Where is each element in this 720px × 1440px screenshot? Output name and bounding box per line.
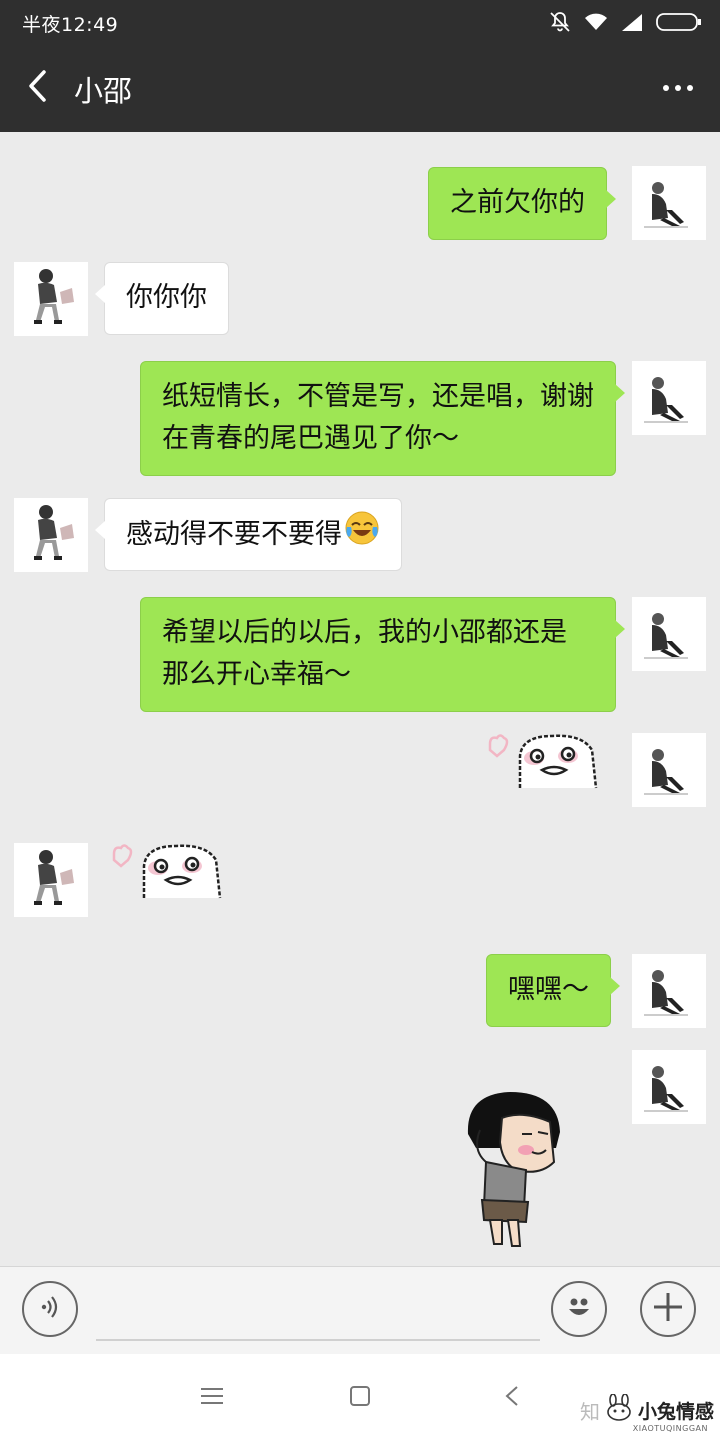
message-text: 你你你	[126, 282, 207, 313]
avatar-self[interactable]	[632, 361, 706, 435]
watermark-zhi: 知	[579, 1399, 600, 1424]
avatar-self[interactable]	[632, 166, 706, 240]
rabbit-logo-icon	[604, 1393, 634, 1426]
message-bubble-outgoing[interactable]: 希望以后的以后，我的小邵都还是 那么开心幸福～	[140, 597, 625, 712]
menu-icon	[201, 1386, 223, 1410]
battery-icon	[656, 12, 702, 36]
status-icons	[548, 10, 702, 38]
avatar-contact[interactable]	[14, 843, 88, 917]
avatar-contact[interactable]	[14, 498, 88, 572]
message-bubble-outgoing[interactable]: 纸短情长，不管是写，还是唱，谢谢 在青春的尾巴遇见了你～	[140, 361, 625, 476]
message-text: 感动得不要不要得	[126, 518, 342, 550]
message-bubble-outgoing[interactable]: 之前欠你的	[428, 167, 616, 240]
plus-button[interactable]	[640, 1281, 696, 1337]
more-button[interactable]	[654, 68, 702, 108]
avatar-self[interactable]	[632, 597, 706, 671]
message-bubble-incoming[interactable]: 感动得不要不要得	[95, 498, 402, 571]
input-bar	[0, 1266, 720, 1355]
pixel-face-heart-sticker[interactable]	[106, 840, 236, 900]
plus-icon	[652, 1291, 684, 1327]
pixel-face-heart-sticker[interactable]	[482, 730, 612, 790]
system-back-button[interactable]	[490, 1376, 534, 1420]
menu-button[interactable]	[190, 1376, 234, 1420]
message-text-line: 那么开心幸福～	[162, 659, 351, 690]
tears-of-joy-emoji-icon	[344, 510, 380, 559]
message-text-line: 希望以后的以后，我的小邵都还是	[162, 617, 567, 648]
home-button[interactable]	[338, 1376, 382, 1420]
message-bubble-outgoing[interactable]: 嘿嘿～	[486, 954, 620, 1027]
status-bar: 半夜12:49	[0, 0, 720, 44]
emoji-icon	[562, 1290, 596, 1328]
home-square-icon	[349, 1385, 371, 1411]
signal-icon	[620, 12, 644, 36]
back-button[interactable]	[14, 64, 62, 112]
status-time: 半夜12:49	[22, 14, 119, 36]
message-text: 之前欠你的	[450, 187, 585, 218]
nav-bar: 知 小兔情感 XIAOTUQINGGAN	[0, 1354, 720, 1440]
more-dots-icon	[663, 85, 693, 91]
cartoon-boy-sticker[interactable]	[462, 1090, 566, 1254]
avatar-self[interactable]	[632, 733, 706, 807]
back-triangle-icon	[504, 1385, 520, 1411]
wifi-icon	[584, 12, 608, 36]
watermark: 知 小兔情感	[579, 1393, 714, 1426]
chevron-left-icon	[26, 69, 50, 107]
message-text: 嘿嘿～	[508, 974, 589, 1005]
chat-title: 小邵	[74, 74, 133, 108]
watermark-sub: XIAOTUQINGGAN	[632, 1424, 708, 1433]
voice-button[interactable]	[22, 1281, 78, 1337]
avatar-contact[interactable]	[14, 262, 88, 336]
message-bubble-incoming[interactable]: 你你你	[95, 262, 229, 335]
emoji-button[interactable]	[551, 1281, 607, 1337]
avatar-self[interactable]	[632, 954, 706, 1028]
message-text-line: 纸短情长，不管是写，还是唱，谢谢	[162, 381, 594, 412]
title-bar: 小邵	[0, 44, 720, 132]
voice-icon	[36, 1293, 64, 1325]
avatar-self[interactable]	[632, 1050, 706, 1124]
message-text-line: 在青春的尾巴遇见了你～	[162, 423, 459, 454]
mute-bell-icon	[548, 10, 572, 38]
message-input[interactable]	[96, 1287, 540, 1341]
watermark-name: 小兔情感	[637, 1400, 714, 1423]
